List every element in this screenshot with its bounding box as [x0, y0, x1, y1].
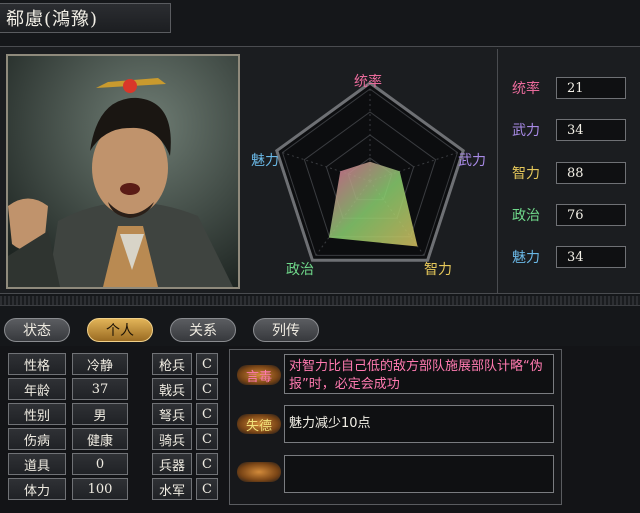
- radar-label-politics: 政治: [286, 262, 314, 278]
- stat-row-war: 武力 34: [512, 119, 626, 141]
- stat-row-intelligence: 智力 88: [512, 162, 626, 184]
- attribute-row-age: 年龄 37: [8, 378, 128, 400]
- attribute-row-items: 道具 0: [8, 453, 128, 475]
- attribute-value: 男: [72, 403, 128, 425]
- unit-aptitude-siege: 兵器 C: [152, 453, 218, 475]
- stat-label: 魅力: [512, 250, 540, 266]
- stat-value: 88: [556, 162, 626, 184]
- skill-panel: 言毒 对智力比自己低的敌方部队施展部队计略“伪报”时，必定会成功 失德 魅力减少…: [229, 349, 562, 505]
- stat-label: 智力: [512, 166, 540, 182]
- unit-rank: C: [196, 428, 218, 450]
- attribute-key: 道具: [8, 453, 66, 475]
- attribute-row-gender: 性别 男: [8, 403, 128, 425]
- attribute-value: 冷静: [72, 353, 128, 375]
- attribute-row-injury: 伤病 健康: [8, 428, 128, 450]
- attribute-key: 体力: [8, 478, 66, 500]
- skill-description-text: 对智力比自己低的敌方部队施展部队计略“伪报”时，必定会成功: [289, 359, 543, 392]
- tab-label: 状态: [23, 323, 51, 339]
- unit-key: 弩兵: [152, 403, 192, 425]
- attribute-row-personality: 性格 冷静: [8, 353, 128, 375]
- radar-label-war: 武力: [458, 153, 486, 169]
- unit-aptitude-cavalry: 骑兵 C: [152, 428, 218, 450]
- attribute-value: 100: [72, 478, 128, 500]
- unit-key: 水军: [152, 478, 192, 500]
- attribute-value: 健康: [72, 428, 128, 450]
- attribute-value: 37: [72, 378, 128, 400]
- top-panel: 统率 武力 智力 政治 魅力 统率 21 武力 34 智力 88 政治 76 魅…: [0, 46, 640, 294]
- tab-personal[interactable]: 个人: [87, 318, 153, 342]
- attribute-key: 年龄: [8, 378, 66, 400]
- stat-label: 武力: [512, 123, 540, 139]
- unit-aptitude-spear: 枪兵 C: [152, 353, 218, 375]
- tab-status[interactable]: 状态: [4, 318, 70, 342]
- stat-row-charm: 魅力 34: [512, 246, 626, 268]
- attribute-key: 性别: [8, 403, 66, 425]
- unit-key: 戟兵: [152, 378, 192, 400]
- tab-label: 关系: [189, 323, 217, 339]
- skill-description-1: 对智力比自己低的敌方部队施展部队计略“伪报”时，必定会成功: [284, 354, 554, 394]
- tab-label: 列传: [272, 323, 300, 339]
- attribute-key: 伤病: [8, 428, 66, 450]
- unit-key: 兵器: [152, 453, 192, 475]
- ability-radar-chart: 统率 武力 智力 政治 魅力: [247, 51, 495, 291]
- unit-rank: C: [196, 403, 218, 425]
- unit-key: 骑兵: [152, 428, 192, 450]
- radar-label-intelligence: 智力: [424, 262, 452, 278]
- stat-value: 34: [556, 119, 626, 141]
- tab-biography[interactable]: 列传: [253, 318, 319, 342]
- stat-label: 政治: [512, 208, 540, 224]
- character-name: 郗慮(鴻豫): [6, 9, 99, 30]
- skill-tag-label: 失德: [245, 418, 272, 434]
- stat-row-leadership: 统率 21: [512, 77, 626, 99]
- skill-tag-2[interactable]: 失德: [237, 414, 281, 434]
- skill-description-text: 魅力减少10点: [289, 416, 371, 431]
- attribute-value: 0: [72, 453, 128, 475]
- section-divider: [0, 296, 640, 306]
- skill-tag-label: 言毒: [245, 369, 272, 385]
- unit-rank: C: [196, 378, 218, 400]
- unit-rank: C: [196, 453, 218, 475]
- stat-row-politics: 政治 76: [512, 204, 626, 226]
- stat-value: 76: [556, 204, 626, 226]
- stat-value: 34: [556, 246, 626, 268]
- unit-aptitude-crossbow: 弩兵 C: [152, 403, 218, 425]
- character-portrait: [6, 54, 240, 289]
- unit-key: 枪兵: [152, 353, 192, 375]
- tab-relations[interactable]: 关系: [170, 318, 236, 342]
- portrait-image: [8, 56, 238, 287]
- unit-rank: C: [196, 478, 218, 500]
- unit-aptitude-halberd: 戟兵 C: [152, 378, 218, 400]
- skill-description-2: 魅力减少10点: [284, 405, 554, 443]
- character-name-bar: 郗慮(鴻豫): [0, 3, 171, 33]
- stat-value: 21: [556, 77, 626, 99]
- skill-tag-3[interactable]: [237, 462, 281, 482]
- radar-label-charm: 魅力: [251, 153, 279, 169]
- attribute-row-stamina: 体力 100: [8, 478, 128, 500]
- unit-rank: C: [196, 353, 218, 375]
- attribute-key: 性格: [8, 353, 66, 375]
- stat-label: 统率: [512, 81, 540, 97]
- skill-description-3: [284, 455, 554, 493]
- stat-list: 统率 21 武力 34 智力 88 政治 76 魅力 34: [497, 49, 640, 293]
- tab-label: 个人: [106, 323, 134, 339]
- unit-aptitude-navy: 水军 C: [152, 478, 218, 500]
- radar-label-leadership: 统率: [354, 74, 382, 90]
- skill-tag-1[interactable]: 言毒: [237, 365, 281, 385]
